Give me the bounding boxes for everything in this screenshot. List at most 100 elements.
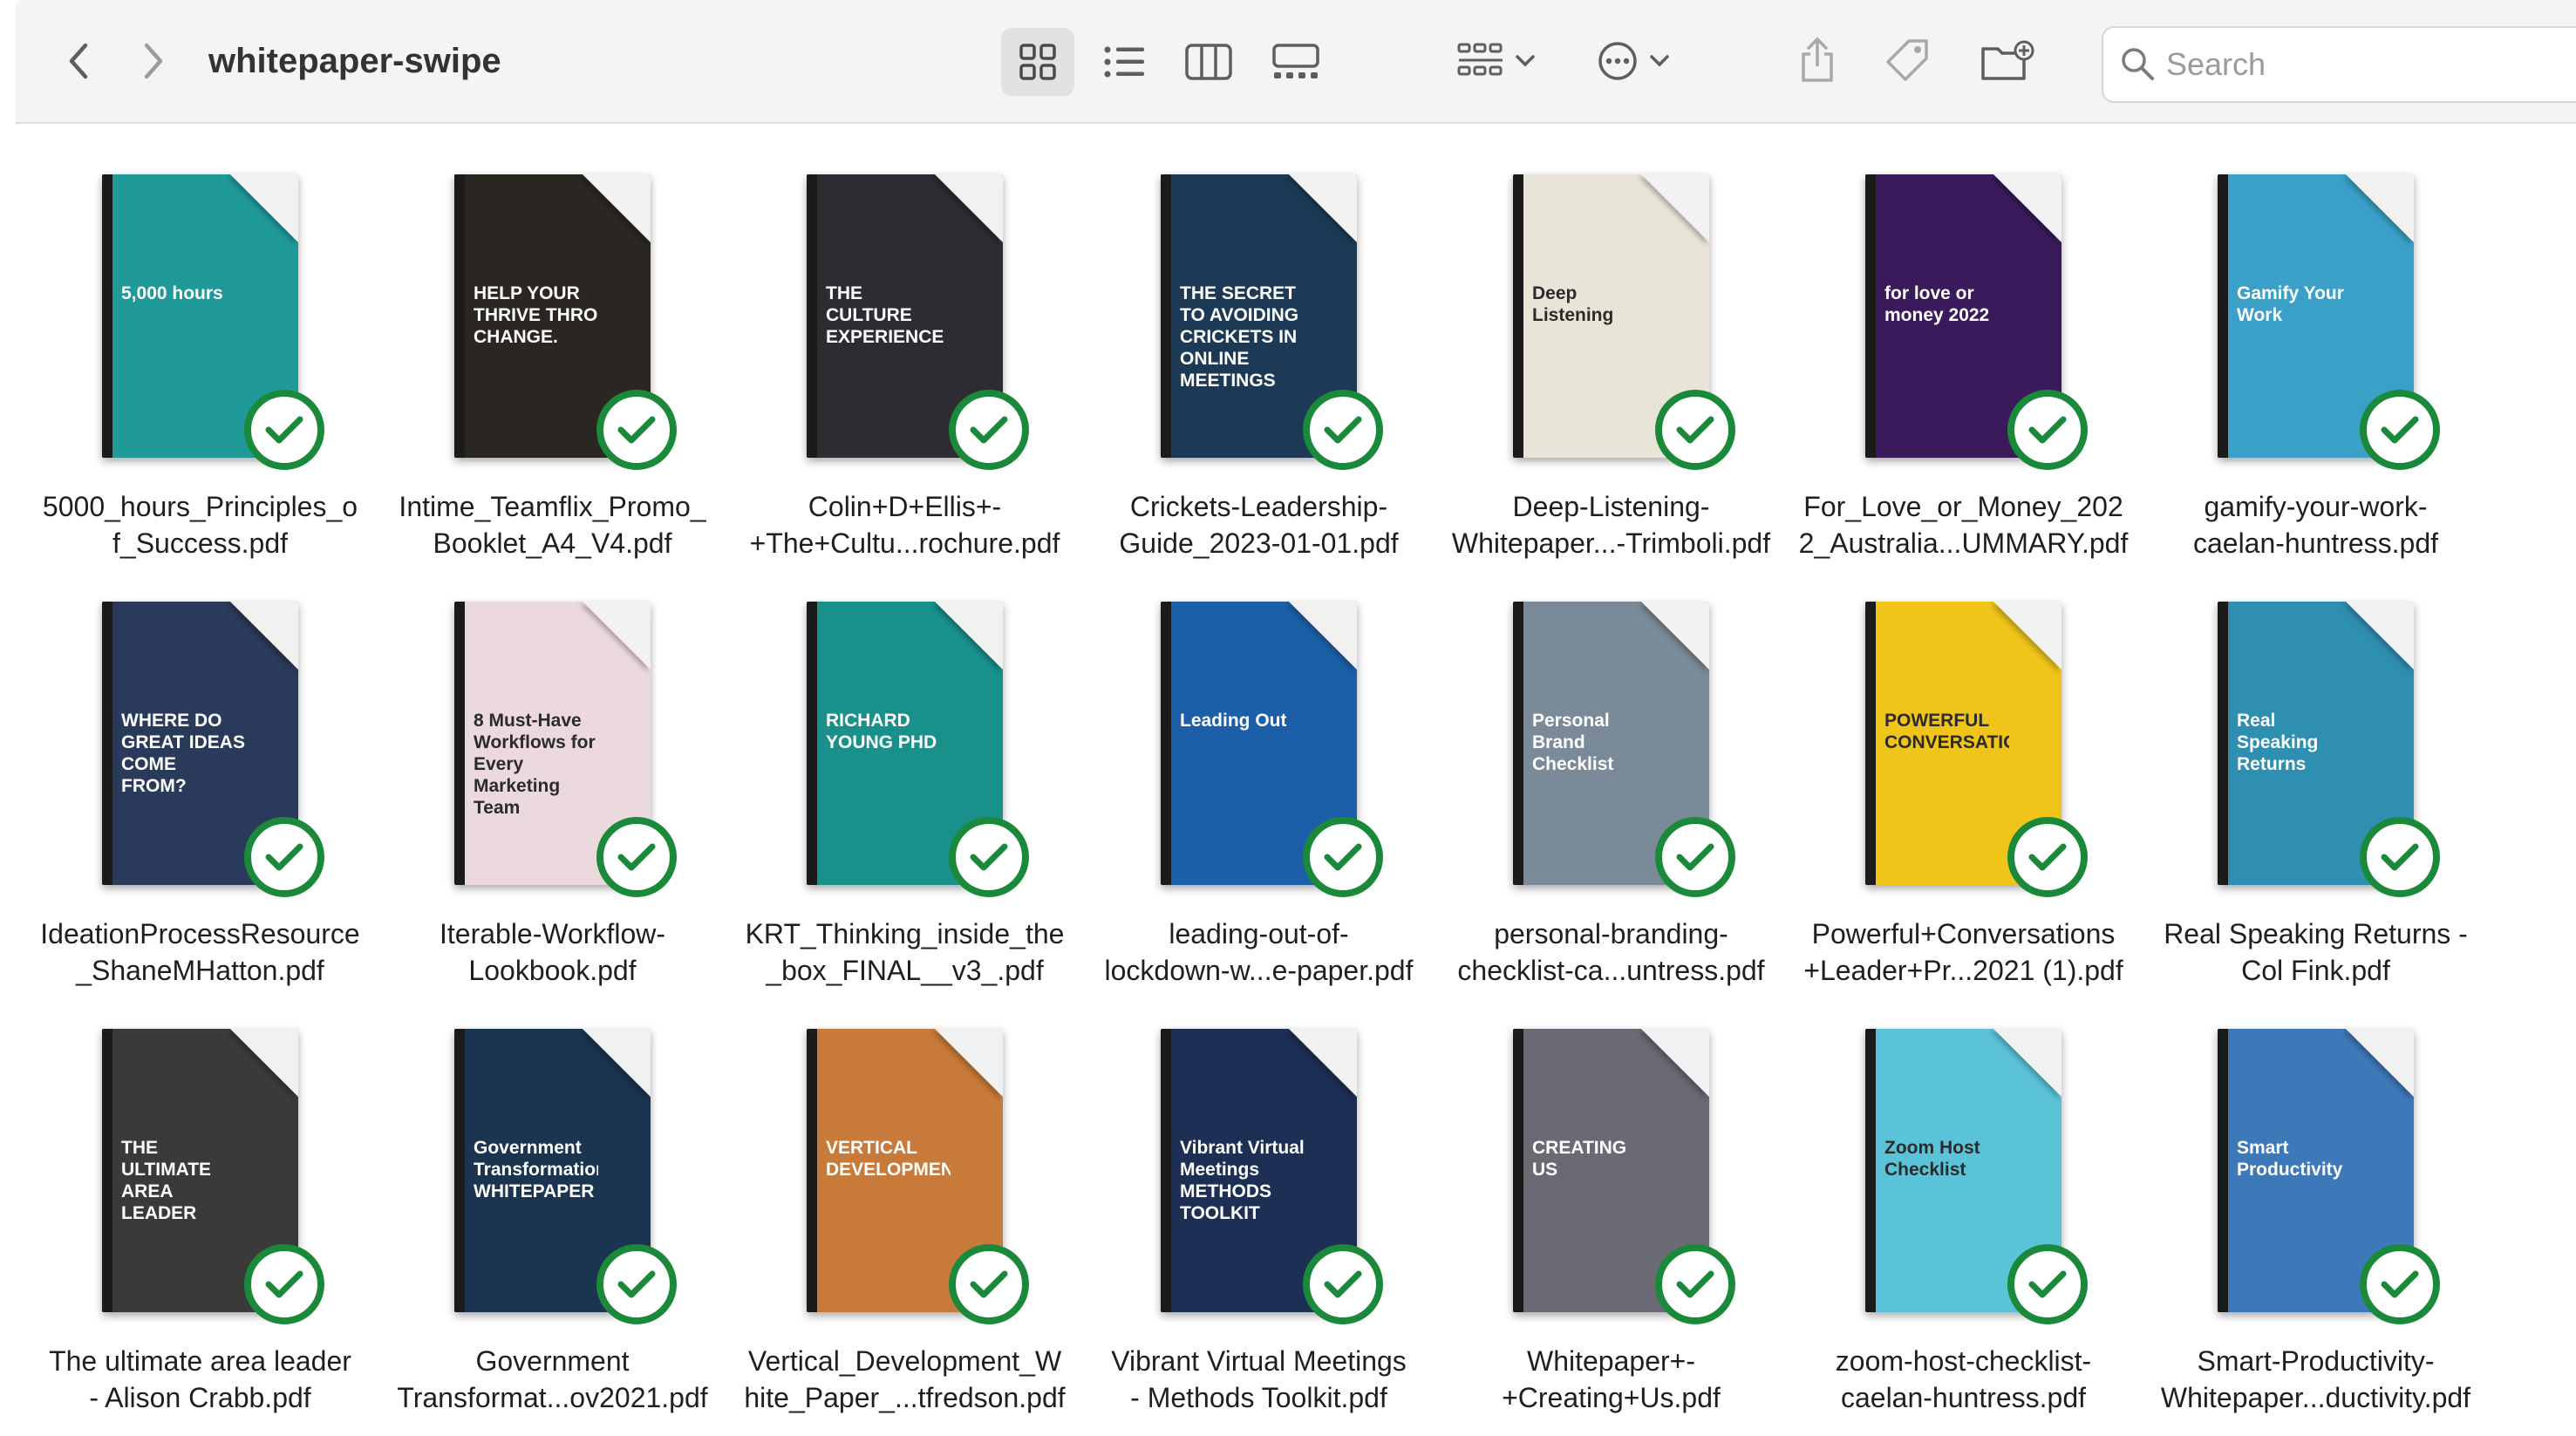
more-actions-button[interactable] xyxy=(1585,30,1681,92)
sync-status-badge xyxy=(1655,817,1735,897)
group-by-icon xyxy=(1457,43,1503,76)
page-curl xyxy=(2346,174,2414,242)
binding-spine xyxy=(102,602,112,885)
file-item[interactable]: THE ULTIMATE AREA LEADER The ultimate are… xyxy=(28,1020,372,1430)
file-item[interactable]: POWERFUL CONVERSATIONS Powerful+Conversat… xyxy=(1791,593,2136,1003)
file-item[interactable]: Real Speaking Returns Real Speaking Retur… xyxy=(2143,593,2488,1003)
cover-title: 8 Must-Have Workflows for Every Marketin… xyxy=(474,710,596,818)
file-name: Whitepaper+- +Creating+Us.pdf xyxy=(1502,1345,1721,1413)
sync-status-badge xyxy=(949,390,1029,470)
file-item[interactable]: HELP YOUR THRIVE THRO CHANGE. Intime_Team… xyxy=(380,166,725,575)
cover-title: Vibrant Virtual Meetings METHODS TOOLKIT xyxy=(1180,1137,1305,1223)
file-name: gamify-your-work- caelan-huntress.pdf xyxy=(2192,491,2439,559)
search-field[interactable] xyxy=(2102,26,2576,103)
cover-title: Deep Listening xyxy=(1532,282,1614,325)
file-item[interactable]: Government Transformation WHITEPAPER Gove… xyxy=(380,1020,725,1430)
file-name: zoom-host-checklist- caelan-huntress.pdf xyxy=(1835,1345,2092,1413)
checkmark-icon xyxy=(2381,1270,2419,1298)
cover-title: THE CULTURE EXPERIENCE xyxy=(826,282,944,347)
page-curl xyxy=(583,602,651,670)
checkmark-icon xyxy=(970,416,1008,444)
search-input[interactable] xyxy=(2164,38,2576,91)
page-curl xyxy=(1641,1029,1709,1097)
page-curl xyxy=(2346,1029,2414,1097)
tag-button[interactable] xyxy=(1877,30,1939,92)
file-item[interactable]: CREATING US Whitepaper+- +Creating+Us.pdf xyxy=(1439,1020,1783,1430)
binding-spine xyxy=(1865,174,1876,458)
binding-spine xyxy=(807,174,817,458)
file-name: Intime_Teamflix_Promo_ Booklet_A4_V4.pdf xyxy=(399,491,706,559)
column-view-icon xyxy=(1185,44,1232,80)
binding-spine xyxy=(1513,1029,1523,1312)
binding-spine xyxy=(454,174,465,458)
share-button[interactable] xyxy=(1789,26,1845,94)
toolbar: whitepaper-swipe xyxy=(16,0,2576,124)
file-item[interactable]: Vibrant Virtual Meetings METHODS TOOLKIT… xyxy=(1087,1020,1431,1430)
forward-button[interactable] xyxy=(126,33,181,89)
file-item[interactable]: 8 Must-Have Workflows for Every Marketin… xyxy=(380,593,725,1003)
sync-status-badge xyxy=(244,390,324,470)
file-item[interactable]: Leading Out leading-out-of- lockdown-w...… xyxy=(1087,593,1431,1003)
list-view-button[interactable] xyxy=(1088,28,1162,96)
file-item[interactable]: 5,000 hours 5000_hours_Principles_o f_Suc… xyxy=(28,166,372,575)
binding-spine xyxy=(1513,602,1523,885)
file-item[interactable]: Personal Brand Checklist personal-brandin… xyxy=(1439,593,1783,1003)
file-item[interactable]: THE SECRET TO AVOIDING CRICKETS IN ONLIN… xyxy=(1087,166,1431,575)
checkmark-icon xyxy=(970,1270,1008,1298)
page-curl xyxy=(1289,602,1357,670)
file-name: For_Love_or_Money_202 2_Australia...UMMA… xyxy=(1798,491,2129,559)
sync-status-badge xyxy=(2360,1244,2440,1324)
checkmark-icon xyxy=(2381,843,2419,871)
sync-status-badge xyxy=(1303,817,1383,897)
binding-spine xyxy=(1161,602,1171,885)
ellipsis-circle-icon xyxy=(1598,42,1637,80)
file-name: Crickets-Leadership- Guide_2023-01-01.pd… xyxy=(1119,491,1399,559)
cover-title: Real Speaking Returns xyxy=(2237,710,2319,774)
page-curl xyxy=(2346,602,2414,670)
cover-title: for love or money 2022 xyxy=(1884,282,1990,325)
file-item[interactable]: WHERE DO GREAT IDEAS COME FROM? IdeationP… xyxy=(28,593,372,1003)
sync-status-badge xyxy=(949,1244,1029,1324)
cover-title: THE SECRET TO AVOIDING CRICKETS IN ONLIN… xyxy=(1180,282,1299,391)
checkmark-icon xyxy=(1676,416,1714,444)
file-item[interactable]: Smart Productivity Smart-Productivity- Wh… xyxy=(2143,1020,2488,1430)
file-item[interactable]: VERTICAL DEVELOPMENT Vertical_Development… xyxy=(733,1020,1077,1430)
file-item[interactable]: Zoom Host Checklist zoom-host-checklist- … xyxy=(1791,1020,2136,1430)
file-name: KRT_Thinking_inside_the _box_FINAL__v3_.… xyxy=(745,918,1065,986)
chevron-down-icon xyxy=(1516,55,1535,67)
chevron-down-icon xyxy=(1650,55,1669,67)
file-item[interactable]: Gamify Your Work gamify-your-work- caelan… xyxy=(2143,166,2488,575)
cover-title: 5,000 hours xyxy=(121,282,223,303)
file-name: leading-out-of- lockdown-w...e-paper.pdf xyxy=(1104,918,1414,986)
file-item[interactable]: RICHARD YOUNG PHD KRT_Thinking_inside_the… xyxy=(733,593,1077,1003)
new-folder-icon xyxy=(1981,40,2034,80)
page-curl xyxy=(230,602,298,670)
new-folder-button[interactable] xyxy=(1973,30,2042,92)
checkmark-icon xyxy=(2381,416,2419,444)
page-curl xyxy=(1993,1029,2061,1097)
back-button[interactable] xyxy=(51,33,106,89)
sync-status-badge xyxy=(596,390,677,470)
checkmark-icon xyxy=(1324,1270,1362,1298)
sync-status-badge xyxy=(2007,817,2088,897)
binding-spine xyxy=(2218,602,2228,885)
column-view-button[interactable] xyxy=(1172,28,1245,96)
cover-title: WHERE DO GREAT IDEAS COME FROM? xyxy=(121,710,245,796)
group-by-button[interactable] xyxy=(1444,30,1549,92)
file-item[interactable]: for love or money 2022 For_Love_or_Money_… xyxy=(1791,166,2136,575)
sync-status-badge xyxy=(1655,1244,1735,1324)
file-item[interactable]: THE CULTURE EXPERIENCE Colin+D+Ellis+- +T… xyxy=(733,166,1077,575)
icon-view-button[interactable] xyxy=(1001,28,1074,96)
file-item[interactable]: Deep Listening Deep-Listening- Whitepaper… xyxy=(1439,166,1783,575)
gallery-view-button[interactable] xyxy=(1259,28,1332,96)
file-name: Government Transformat...ov2021.pdf xyxy=(397,1345,708,1413)
checkmark-icon xyxy=(2028,416,2067,444)
page-curl xyxy=(230,174,298,242)
page-curl xyxy=(583,1029,651,1097)
file-name: Vibrant Virtual Meetings - Methods Toolk… xyxy=(1111,1345,1407,1413)
checkmark-icon xyxy=(265,843,303,871)
window-title: whitepaper-swipe xyxy=(208,42,501,80)
file-name: Deep-Listening- Whitepaper...-Trimboli.p… xyxy=(1451,491,1771,559)
file-grid: 5,000 hours 5000_hours_Principles_o f_Suc… xyxy=(0,122,2576,1436)
binding-spine xyxy=(807,602,817,885)
